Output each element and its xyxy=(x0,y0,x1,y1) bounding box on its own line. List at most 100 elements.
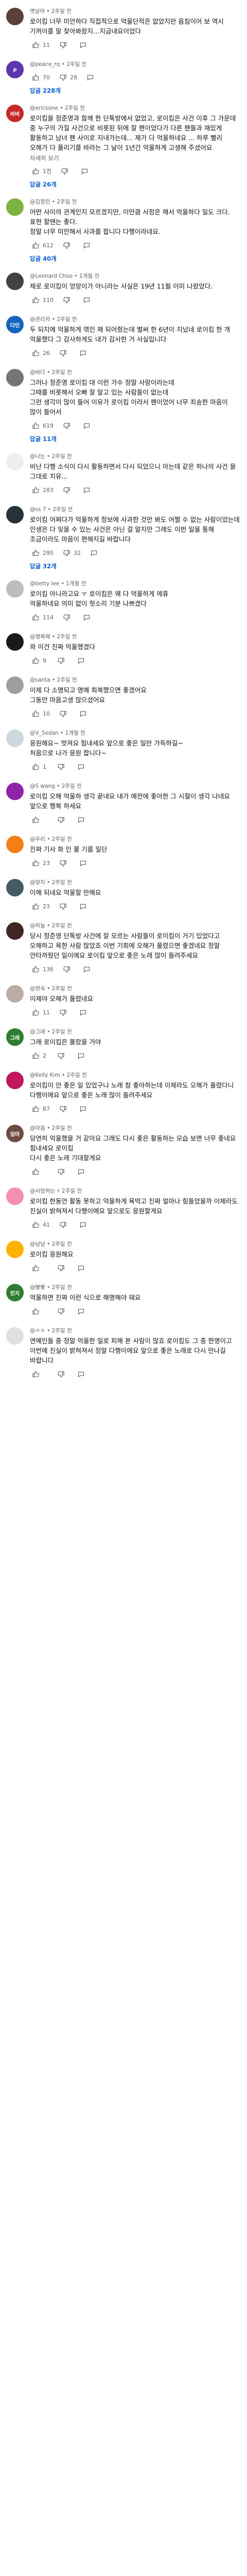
avatar[interactable] xyxy=(6,1327,24,1345)
avatar[interactable] xyxy=(6,8,24,25)
dislike-icon[interactable] xyxy=(57,857,68,869)
like-icon[interactable] xyxy=(30,484,41,496)
like-icon[interactable] xyxy=(30,547,41,558)
reply-icon[interactable] xyxy=(77,857,89,869)
reply-icon[interactable] xyxy=(77,39,89,50)
reply-icon[interactable] xyxy=(75,761,86,772)
view-replies-button[interactable]: 답글 40개 xyxy=(30,254,57,263)
comment-author[interactable]: @peace_rq • 2주일 전 xyxy=(30,61,86,67)
comment-author[interactable]: @행복해 • 2주일 전 xyxy=(30,634,77,640)
reply-icon[interactable] xyxy=(81,240,92,251)
dislike-icon[interactable] xyxy=(61,294,72,306)
comment-author[interactable]: @사랑하는 • 2주일 전 xyxy=(30,1188,82,1194)
comment-author[interactable]: @ss 7 • 2주일 전 xyxy=(30,506,73,513)
reply-icon[interactable] xyxy=(84,72,96,83)
dislike-icon[interactable] xyxy=(55,1306,66,1317)
like-icon[interactable] xyxy=(30,901,41,912)
avatar[interactable] xyxy=(6,879,24,896)
like-icon[interactable] xyxy=(30,72,41,83)
avatar[interactable] xyxy=(6,836,24,853)
comment-author[interactable]: @ㅇㅇ • 2주일 전 xyxy=(30,1328,72,1334)
dislike-icon[interactable] xyxy=(61,547,72,558)
comment-author[interactable]: 옛날아 • 2주일 전 xyxy=(30,8,72,14)
comment-author[interactable]: @양지 • 2주일 전 xyxy=(30,879,72,886)
reply-icon[interactable] xyxy=(75,1262,86,1274)
avatar[interactable] xyxy=(6,985,24,1003)
comment-author[interactable]: @Kelly Kim • 2주일 전 xyxy=(30,1072,87,1078)
view-replies-button[interactable]: 답글 26개 xyxy=(30,180,57,189)
avatar[interactable]: 다인 xyxy=(6,316,24,333)
reply-icon[interactable] xyxy=(75,1368,86,1380)
like-icon[interactable] xyxy=(30,655,41,666)
dislike-icon[interactable] xyxy=(61,484,72,496)
avatar[interactable] xyxy=(6,730,24,747)
comment-author[interactable]: @Leonard Choo • 1개월 전 xyxy=(30,273,99,279)
avatar[interactable] xyxy=(6,453,24,470)
avatar[interactable] xyxy=(6,1072,24,1089)
reply-icon[interactable] xyxy=(81,963,92,975)
dislike-icon[interactable] xyxy=(61,612,72,623)
like-icon[interactable] xyxy=(30,1103,41,1114)
comment-author[interactable]: @santa • 2주일 전 xyxy=(30,677,77,683)
dislike-icon[interactable] xyxy=(55,1166,66,1177)
dislike-icon[interactable] xyxy=(57,1103,68,1114)
avatar[interactable]: 그래 xyxy=(6,1028,24,1046)
comment-author[interactable]: @관리자 • 2주일 전 xyxy=(30,316,77,323)
dislike-icon[interactable] xyxy=(55,814,66,825)
dislike-icon[interactable] xyxy=(55,761,66,772)
avatar[interactable] xyxy=(6,676,24,694)
reply-icon[interactable] xyxy=(77,1103,89,1114)
dislike-icon[interactable] xyxy=(57,347,68,359)
avatar[interactable] xyxy=(6,506,24,523)
view-replies-button[interactable]: 답글 228개 xyxy=(30,86,61,95)
comment-author[interactable]: @빵빵 • 2주일 전 xyxy=(30,1284,72,1291)
comment-author[interactable]: @현숙 • 2주일 전 xyxy=(30,986,72,992)
reply-icon[interactable] xyxy=(75,1166,86,1177)
dislike-icon[interactable] xyxy=(57,39,68,50)
like-icon[interactable] xyxy=(30,1368,41,1380)
comment-author[interactable]: @바다 • 2주일 전 xyxy=(30,369,72,376)
dislike-icon[interactable] xyxy=(59,165,70,177)
like-icon[interactable] xyxy=(30,963,41,975)
like-icon[interactable] xyxy=(30,857,41,869)
comment-author[interactable]: @betty lee • 1개월 전 xyxy=(30,581,86,587)
reply-icon[interactable] xyxy=(75,1306,86,1317)
like-icon[interactable] xyxy=(30,1166,41,1177)
view-replies-button[interactable]: 답글 11개 xyxy=(30,434,57,444)
like-icon[interactable] xyxy=(30,165,41,177)
comment-author[interactable]: @ericsone • 2주일 전 xyxy=(30,105,85,111)
comment-author[interactable]: @나는 • 2주일 전 xyxy=(30,453,72,460)
avatar[interactable]: 비버 xyxy=(6,105,24,122)
like-icon[interactable] xyxy=(30,1262,41,1274)
avatar[interactable] xyxy=(6,783,24,800)
reply-icon[interactable] xyxy=(75,814,86,825)
reply-icon[interactable] xyxy=(81,612,92,623)
like-icon[interactable] xyxy=(30,1306,41,1317)
comment-author[interactable]: @V_Sedan • 1개월 전 xyxy=(30,730,85,736)
dislike-icon[interactable] xyxy=(57,708,68,719)
reply-icon[interactable] xyxy=(81,484,92,496)
reply-icon[interactable] xyxy=(77,708,89,719)
like-icon[interactable] xyxy=(30,814,41,825)
avatar[interactable] xyxy=(6,273,24,290)
dislike-icon[interactable] xyxy=(57,72,68,83)
like-icon[interactable] xyxy=(30,420,41,431)
dislike-icon[interactable] xyxy=(55,1368,66,1380)
dislike-icon[interactable] xyxy=(55,1262,66,1274)
like-icon[interactable] xyxy=(30,240,41,251)
dislike-icon[interactable] xyxy=(55,1050,66,1061)
avatar[interactable]: 민지 xyxy=(6,1284,24,1301)
reply-icon[interactable] xyxy=(79,165,90,177)
comment-author[interactable]: @S wang • 2주일 전 xyxy=(30,783,82,789)
like-icon[interactable] xyxy=(30,1219,41,1230)
reply-icon[interactable] xyxy=(77,1007,89,1018)
like-icon[interactable] xyxy=(30,612,41,623)
like-icon[interactable] xyxy=(30,39,41,50)
read-more-link[interactable]: 자세히 보기 xyxy=(30,154,59,162)
avatar[interactable] xyxy=(6,633,24,651)
reply-icon[interactable] xyxy=(77,901,89,912)
avatar[interactable] xyxy=(6,369,24,386)
reply-icon[interactable] xyxy=(75,655,86,666)
reply-icon[interactable] xyxy=(81,420,92,431)
comment-author[interactable]: @우리 • 2주일 전 xyxy=(30,836,72,842)
